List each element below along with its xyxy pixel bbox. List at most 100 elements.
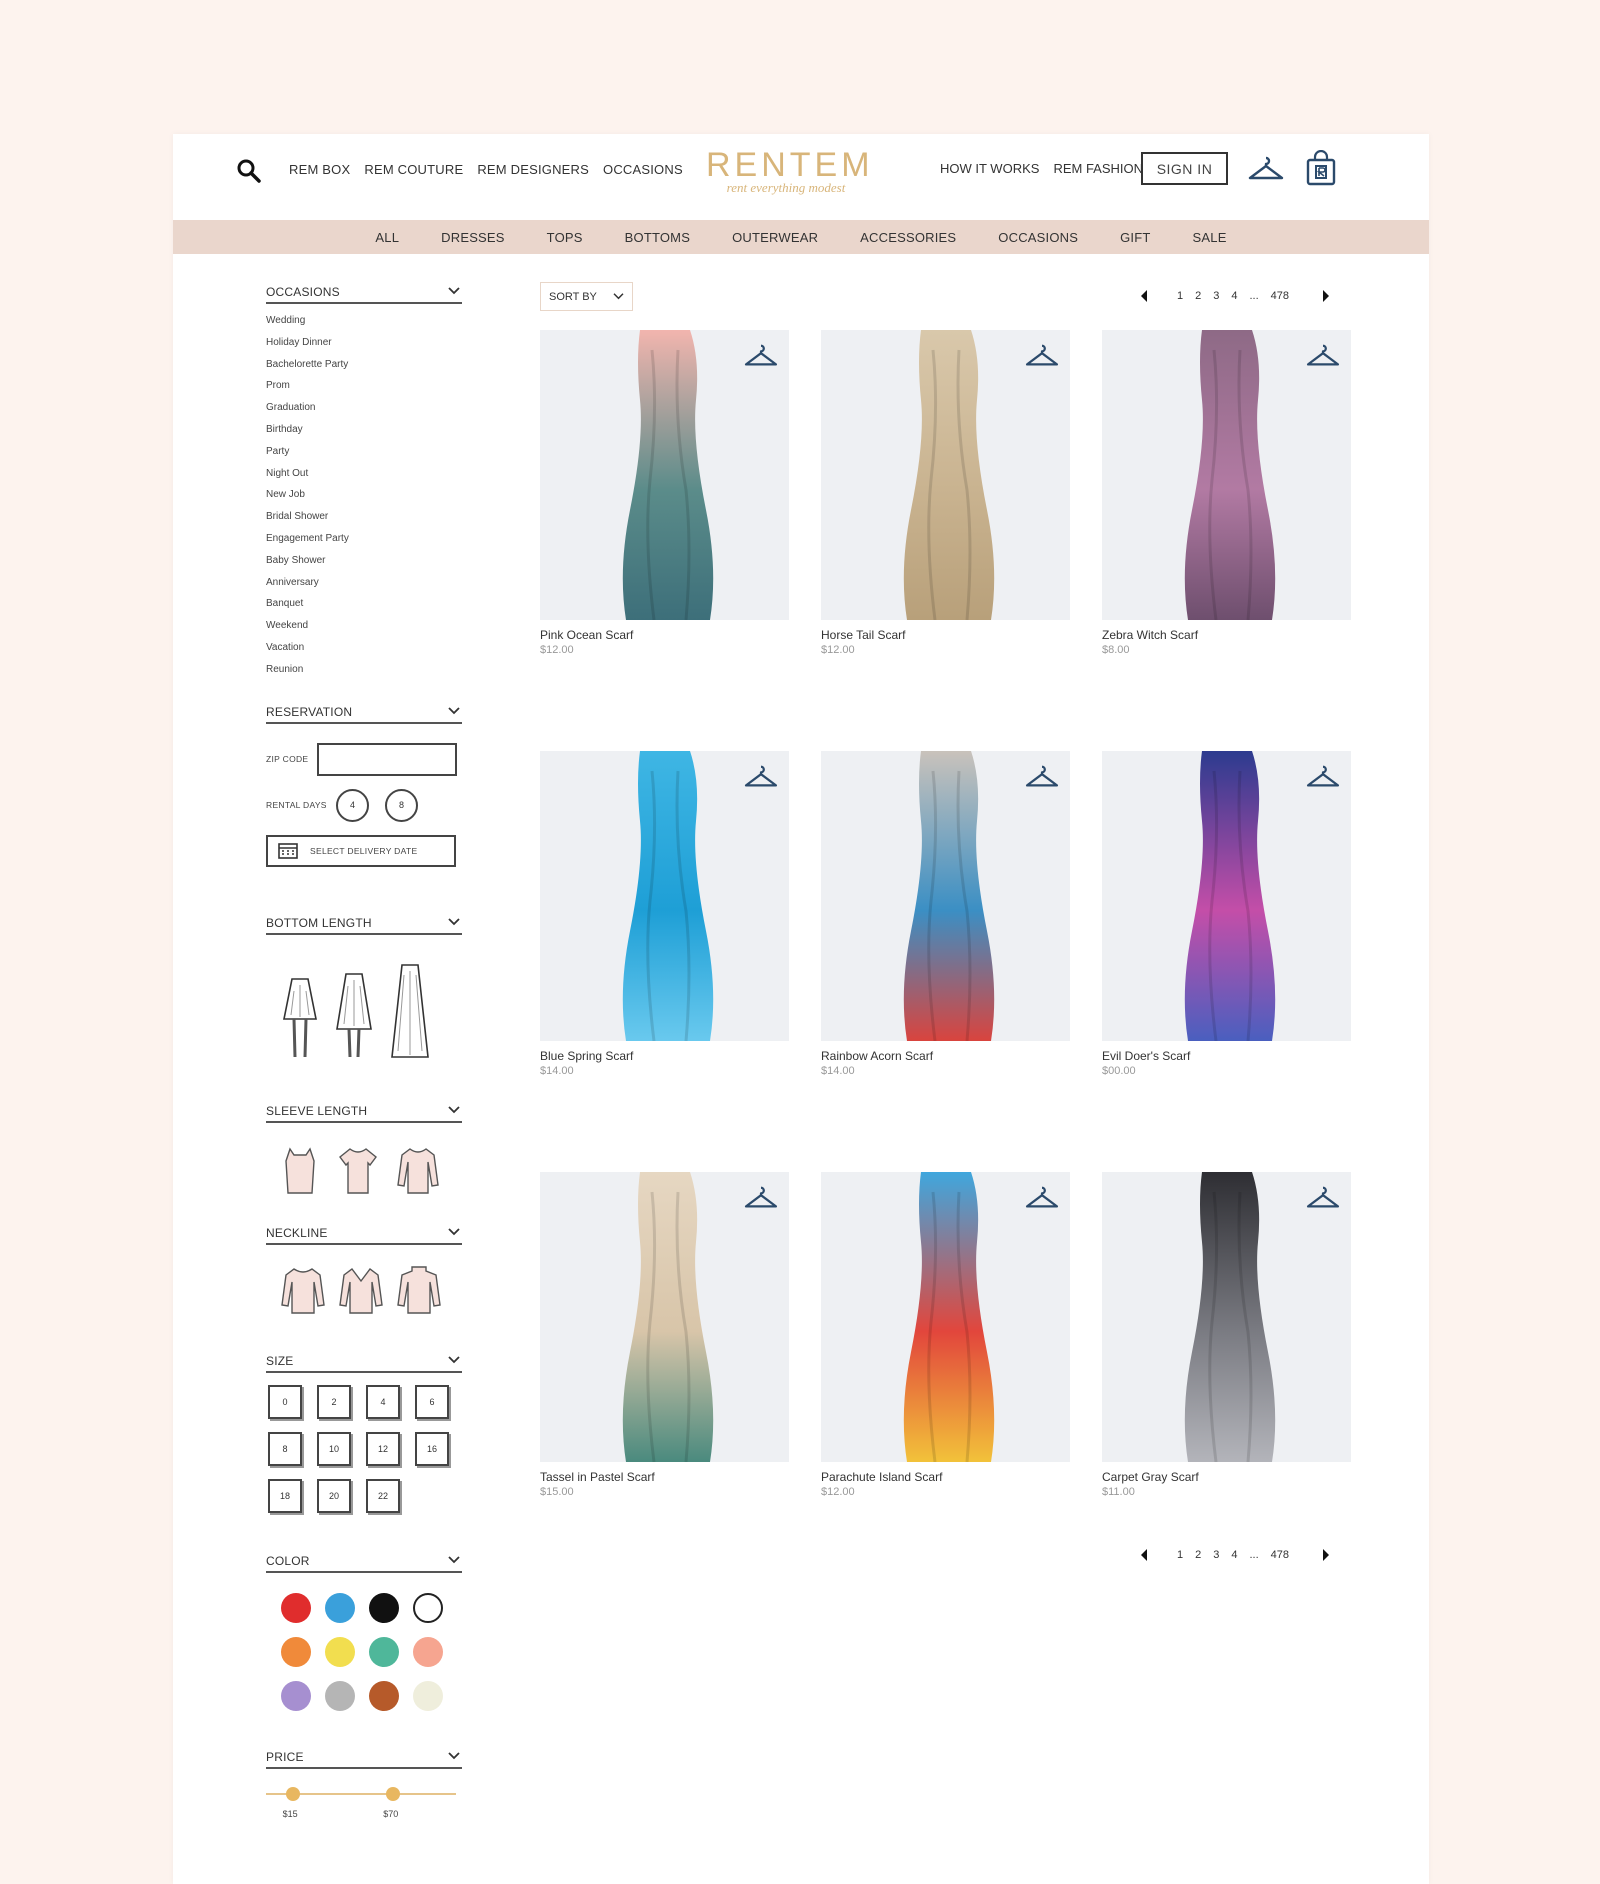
occasion-item[interactable]: Banquet [266, 597, 462, 619]
hanger-icon[interactable] [1305, 1184, 1341, 1212]
occasion-item[interactable]: Weekend [266, 619, 462, 641]
size-option[interactable]: 20 [317, 1478, 351, 1513]
product-name[interactable]: Carpet Gray Scarf [1102, 1470, 1351, 1484]
nav-rem-couture[interactable]: REM COUTURE [364, 162, 463, 177]
page-link[interactable]: 1 [1177, 290, 1183, 302]
page-link[interactable]: 4 [1231, 290, 1237, 302]
size-filter-header[interactable]: SIZE [266, 1351, 462, 1373]
rental-days-option[interactable]: 4 [336, 788, 369, 822]
size-option[interactable]: 18 [268, 1478, 302, 1513]
color-swatch[interactable] [325, 1680, 355, 1711]
next-page-icon[interactable] [1321, 289, 1331, 303]
color-swatch[interactable] [325, 1592, 355, 1623]
color-filter-header[interactable]: COLOR [266, 1551, 462, 1573]
color-swatch[interactable] [369, 1636, 399, 1667]
product-name[interactable]: Parachute Island Scarf [821, 1470, 1070, 1484]
color-swatch[interactable] [413, 1636, 443, 1667]
long-sleeve-top-icon[interactable] [396, 1145, 440, 1197]
occasion-item[interactable]: Vacation [266, 641, 462, 663]
nav-rem-box[interactable]: REM BOX [289, 162, 350, 177]
page-link[interactable]: 2 [1195, 1549, 1201, 1561]
occasion-item[interactable]: Bachelorette Party [266, 358, 462, 380]
product-name[interactable]: Evil Doer's Scarf [1102, 1049, 1351, 1063]
price-range-slider[interactable]: $15 $70 [266, 1783, 462, 1823]
sign-in-button[interactable]: SIGN IN [1141, 152, 1228, 185]
occasion-item[interactable]: Party [266, 445, 462, 467]
bottom-length-filter-header[interactable]: BOTTOM LENGTH [266, 913, 462, 935]
occasion-item[interactable]: Baby Shower [266, 554, 462, 576]
sleeve-length-filter-header[interactable]: SLEEVE LENGTH [266, 1101, 462, 1123]
page-link[interactable]: 3 [1213, 1549, 1219, 1561]
hanger-icon[interactable] [1305, 763, 1341, 791]
occasion-item[interactable]: Reunion [266, 663, 462, 685]
size-option[interactable]: 0 [268, 1384, 302, 1419]
product-card[interactable]: Carpet Gray Scarf $11.00 [1102, 1172, 1351, 1498]
search-icon[interactable] [236, 158, 262, 184]
short-sleeve-top-icon[interactable] [336, 1145, 380, 1197]
select-delivery-date-button[interactable]: SELECT DELIVERY DATE [266, 834, 456, 867]
reservation-filter-header[interactable]: RESERVATION [266, 702, 462, 724]
hanger-icon[interactable] [743, 342, 779, 370]
shopping-bag-icon[interactable] [1305, 150, 1337, 186]
occasion-item[interactable]: Birthday [266, 423, 462, 445]
hanger-icon[interactable] [743, 763, 779, 791]
sort-by-dropdown[interactable]: SORT BY [540, 282, 633, 311]
color-swatch[interactable] [281, 1680, 311, 1711]
product-image[interactable] [1102, 1172, 1351, 1462]
color-swatch[interactable] [369, 1680, 399, 1711]
color-swatch[interactable] [413, 1592, 443, 1623]
product-card[interactable]: Parachute Island Scarf $12.00 [821, 1172, 1070, 1498]
category-sale[interactable]: SALE [1193, 230, 1227, 245]
category-dresses[interactable]: DRESSES [441, 230, 505, 245]
product-card[interactable]: Rainbow Acorn Scarf $14.00 [821, 751, 1070, 1077]
size-option[interactable]: 22 [366, 1478, 400, 1513]
product-image[interactable] [540, 330, 789, 620]
price-min-handle[interactable] [285, 1786, 300, 1801]
maxi-skirt-icon[interactable] [388, 961, 432, 1061]
category-all[interactable]: ALL [375, 230, 399, 245]
category-outerwear[interactable]: OUTERWEAR [732, 230, 818, 245]
category-tops[interactable]: TOPS [547, 230, 583, 245]
product-name[interactable]: Horse Tail Scarf [821, 628, 1070, 642]
hanger-icon[interactable] [1247, 154, 1285, 184]
previous-page-icon[interactable] [1139, 1548, 1149, 1562]
color-swatch[interactable] [281, 1636, 311, 1667]
midi-skirt-icon[interactable] [334, 966, 374, 1061]
next-page-icon[interactable] [1321, 1548, 1331, 1562]
v-neck-top-icon[interactable] [338, 1265, 384, 1317]
product-image[interactable] [1102, 330, 1351, 620]
product-card[interactable]: Blue Spring Scarf $14.00 [540, 751, 789, 1077]
rental-days-option[interactable]: 8 [385, 788, 418, 822]
occasion-item[interactable]: Wedding [266, 314, 462, 336]
product-card[interactable]: Horse Tail Scarf $12.00 [821, 330, 1070, 656]
page-link[interactable]: 4 [1231, 1549, 1237, 1561]
occasion-item[interactable]: New Job [266, 488, 462, 510]
size-option[interactable]: 10 [317, 1431, 351, 1466]
occasion-item[interactable]: Bridal Shower [266, 510, 462, 532]
occasion-item[interactable]: Engagement Party [266, 532, 462, 554]
hanger-icon[interactable] [1024, 342, 1060, 370]
product-image[interactable] [821, 1172, 1070, 1462]
product-image[interactable] [540, 1172, 789, 1462]
product-name[interactable]: Tassel in Pastel Scarf [540, 1470, 789, 1484]
product-image[interactable] [821, 751, 1070, 1041]
size-option[interactable]: 8 [268, 1431, 302, 1466]
size-option[interactable]: 6 [415, 1384, 449, 1419]
occasion-item[interactable]: Graduation [266, 401, 462, 423]
nav-rem-fashion[interactable]: REM FASHION [1053, 161, 1143, 176]
nav-how-it-works[interactable]: HOW IT WORKS [940, 161, 1039, 176]
nav-occasions[interactable]: OCCASIONS [603, 162, 683, 177]
neckline-filter-header[interactable]: NECKLINE [266, 1223, 462, 1245]
crew-neck-top-icon[interactable] [280, 1265, 326, 1317]
hanger-icon[interactable] [1024, 1184, 1060, 1212]
price-max-handle[interactable] [386, 1786, 401, 1801]
previous-page-icon[interactable] [1139, 289, 1149, 303]
price-filter-header[interactable]: PRICE [266, 1747, 462, 1769]
product-card[interactable]: Tassel in Pastel Scarf $15.00 [540, 1172, 789, 1498]
size-option[interactable]: 16 [415, 1431, 449, 1466]
occasion-item[interactable]: Holiday Dinner [266, 336, 462, 358]
category-accessories[interactable]: ACCESSORIES [860, 230, 956, 245]
product-name[interactable]: Blue Spring Scarf [540, 1049, 789, 1063]
product-name[interactable]: Pink Ocean Scarf [540, 628, 789, 642]
color-swatch[interactable] [413, 1680, 443, 1711]
